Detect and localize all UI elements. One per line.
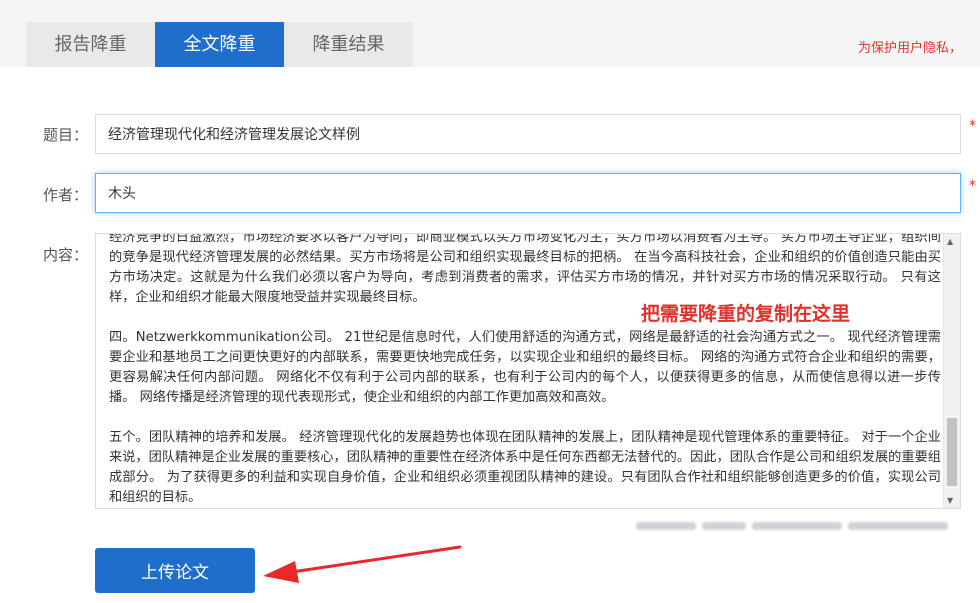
upload-paper-button[interactable]: 上传论文 <box>95 548 255 593</box>
paste-here-annotation: 把需要降重的复制在这里 <box>641 303 851 325</box>
title-field[interactable]: 经济管理现代化和经济管理发展论文样例 <box>95 114 961 154</box>
author-field[interactable]: 木头 <box>95 173 961 213</box>
content-text: 经济竞争的日益激烈，市场经济要求以客户为导向，即商业模式以买方市场变化为主，买方… <box>109 233 941 508</box>
privacy-notice: 为保护用户隐私， <box>858 41 963 56</box>
content-label: 内容： <box>43 246 89 264</box>
pointer-arrow-icon <box>263 545 462 583</box>
tab-full-text-reduce[interactable]: 全文降重 <box>155 22 284 67</box>
content-textarea[interactable]: 经济竞争的日益激烈，市场经济要求以客户为导向，即商业模式以买方市场变化为主，买方… <box>95 233 961 509</box>
tab-report-reduce[interactable]: 报告降重 <box>26 22 155 67</box>
content-scrollbar[interactable]: ▲ ▼ <box>943 234 960 508</box>
author-required-mark: * <box>969 178 976 194</box>
author-label: 作者： <box>43 186 89 204</box>
scrollbar-thumb[interactable] <box>947 418 957 486</box>
title-required-mark: * <box>969 118 976 134</box>
scroll-down-icon[interactable]: ▼ <box>947 496 953 505</box>
tab-bar: 报告降重 全文降重 降重结果 <box>26 22 413 67</box>
tab-reduce-result[interactable]: 降重结果 <box>284 22 413 67</box>
title-label: 题目： <box>43 126 89 144</box>
blurred-info <box>636 519 962 533</box>
content-paragraph: 四。Netzwerkkommunikation公司。 21世纪是信息时代，人们使… <box>109 330 941 405</box>
scroll-up-icon[interactable]: ▲ <box>947 237 953 246</box>
content-paragraph: 五个。团队精神的培养和发展。 经济管理现代化的发展趋势也体现在团队精神的发展上，… <box>109 430 941 505</box>
content-paragraph: 经济竞争的日益激烈，市场经济要求以客户为导向，即商业模式以买方市场变化为主，买方… <box>109 233 941 305</box>
